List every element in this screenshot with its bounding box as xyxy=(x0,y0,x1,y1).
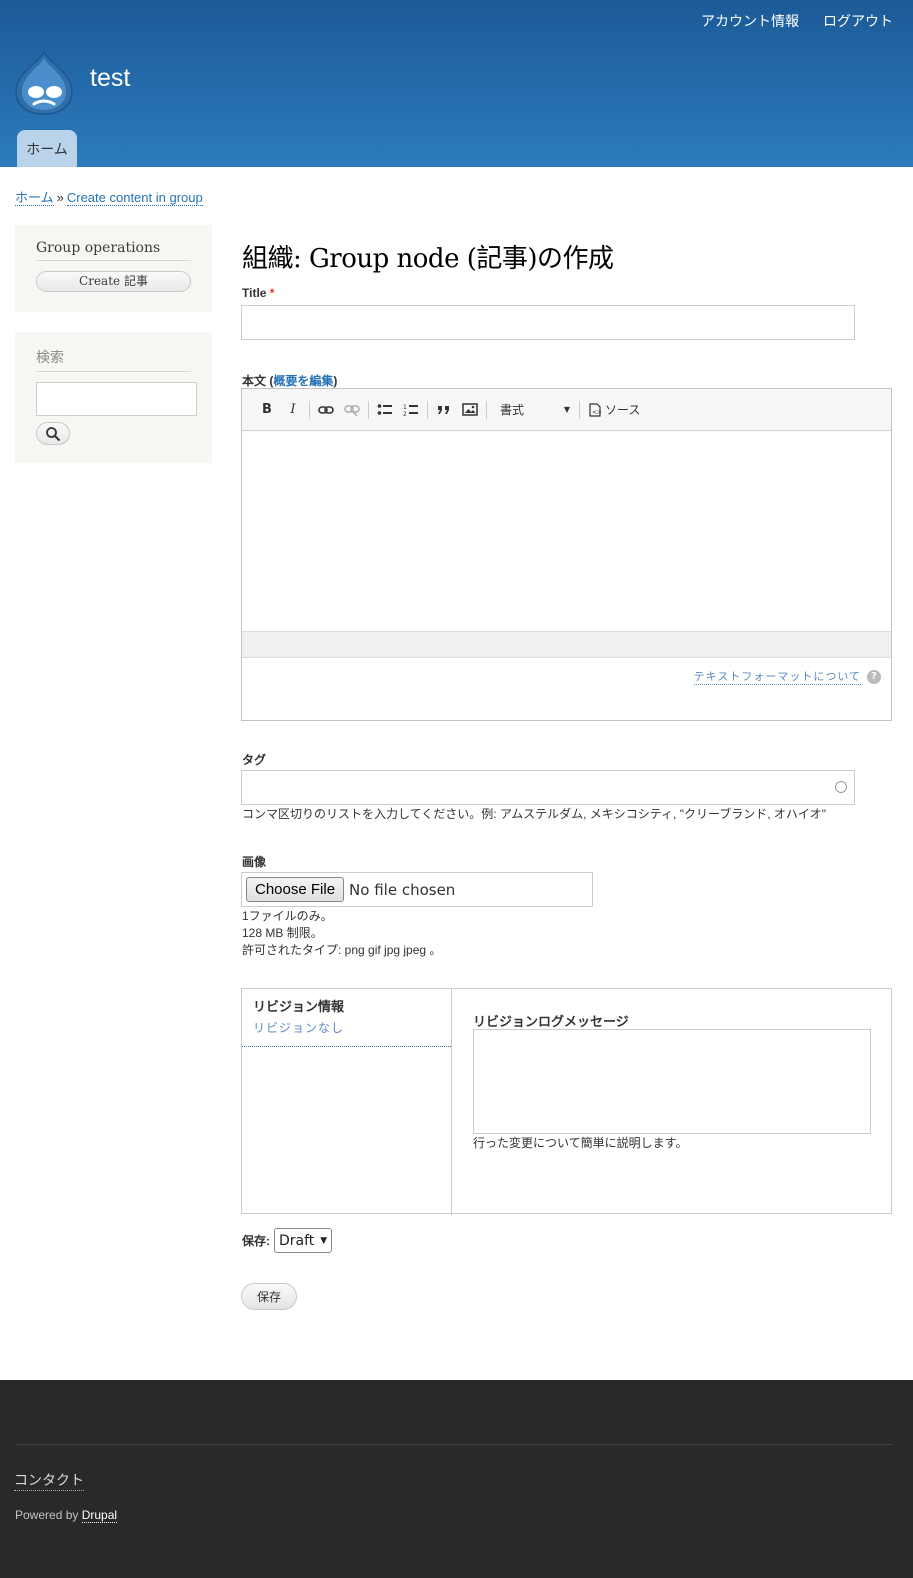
image-icon[interactable] xyxy=(457,397,483,423)
source-icon: <> xyxy=(589,402,601,417)
svg-text:2: 2 xyxy=(403,411,407,417)
image-help: 1ファイルのみ。 128 MB 制限。 許可されたタイプ: png gif jp… xyxy=(242,908,441,959)
body-label-text: 本文 xyxy=(242,374,267,388)
image-label: 画像 xyxy=(242,855,267,869)
drupal-logo-icon[interactable] xyxy=(14,49,74,116)
italic-button[interactable]: I xyxy=(280,397,306,423)
image-help-line: 128 MB 制限。 xyxy=(242,926,323,940)
revision-log-textarea[interactable] xyxy=(473,1029,871,1134)
body-editor-area[interactable] xyxy=(242,431,891,631)
group-operations-block: Group operations Create 記事 xyxy=(15,225,212,312)
title-input[interactable] xyxy=(241,305,855,340)
toolbar-separator xyxy=(368,400,369,419)
search-input[interactable] xyxy=(36,382,197,416)
revision-info-summary: リビジョンなし xyxy=(253,1021,345,1035)
drupal-link[interactable]: Drupal xyxy=(81,1508,118,1523)
moderation-state-value: Draft xyxy=(279,1232,315,1249)
toolbar-separator xyxy=(427,400,428,419)
bold-button[interactable]: B xyxy=(254,397,280,423)
text-format-help-link[interactable]: テキストフォーマットについて xyxy=(693,668,861,685)
svg-text:1: 1 xyxy=(403,404,407,411)
image-help-line: 許可されたタイプ: png gif jpg jpeg 。 xyxy=(242,943,442,957)
site-name[interactable]: test xyxy=(90,64,130,93)
tags-input[interactable] xyxy=(241,770,855,805)
breadcrumb-home[interactable]: ホーム xyxy=(15,190,54,206)
blockquote-icon[interactable] xyxy=(431,397,457,423)
link-icon[interactable] xyxy=(313,397,339,423)
required-mark: * xyxy=(269,286,275,300)
chevron-down-icon: ▼ xyxy=(320,1235,328,1246)
help-icon[interactable]: ? xyxy=(867,669,881,684)
search-icon xyxy=(46,426,61,441)
toolbar-separator xyxy=(486,400,487,419)
footer-contact-link[interactable]: コンタクト xyxy=(14,1470,84,1491)
body-label: 本文 (概要を編集) xyxy=(242,374,338,388)
body-editor: B I 12 書式 ▼ <> ソース テキストフォーマットについて ? xyxy=(241,388,892,721)
svg-text:<>: <> xyxy=(592,409,601,416)
numbered-list-icon[interactable]: 12 xyxy=(398,397,424,423)
tags-description: コンマ区切りのリストを入力してください。例: アムステルダム, メキシコシティ,… xyxy=(242,807,826,821)
editor-toolbar: B I 12 書式 ▼ <> ソース xyxy=(242,389,891,431)
image-file-input[interactable]: Choose File No file chosen xyxy=(241,872,593,907)
format-dropdown-label: 書式 xyxy=(500,403,525,417)
save-state-row: 保存: Draft ▼ xyxy=(242,1228,333,1253)
toolbar-separator xyxy=(309,400,310,419)
search-title: 検索 xyxy=(36,347,191,372)
edit-summary-link[interactable]: 概要を編集 xyxy=(273,374,333,388)
title-label-text: Title xyxy=(242,286,267,300)
tags-label: タグ xyxy=(242,753,267,767)
revision-info-tab[interactable]: リビジョン情報 リビジョンなし xyxy=(242,989,451,1047)
file-status: No file chosen xyxy=(349,880,456,899)
source-button[interactable]: <> ソース xyxy=(583,401,640,418)
choose-file-button[interactable]: Choose File xyxy=(246,877,345,902)
autocomplete-throbber-icon xyxy=(835,781,847,793)
toolbar-separator xyxy=(579,400,580,419)
revision-pane: リビジョンログメッセージ 行った変更について簡単に説明します。 xyxy=(451,989,893,1215)
breadcrumb: ホーム» Create content in group xyxy=(15,187,203,206)
search-block: 検索 xyxy=(15,332,212,463)
search-button[interactable] xyxy=(36,422,70,445)
revision-log-label: リビジョンログメッセージ xyxy=(473,1015,629,1030)
breadcrumb-current[interactable]: Create content in group xyxy=(66,190,203,206)
breadcrumb-separator: » xyxy=(56,190,64,205)
tab-home[interactable]: ホーム xyxy=(17,130,77,167)
image-help-line: 1ファイルのみ。 xyxy=(242,909,333,923)
bulleted-list-icon[interactable] xyxy=(372,397,398,423)
text-format-help: テキストフォーマットについて ? xyxy=(693,668,881,685)
moderation-state-select[interactable]: Draft ▼ xyxy=(274,1228,333,1253)
site-header: アカウント情報 ログアウト test ホーム xyxy=(0,0,913,167)
chevron-down-icon: ▼ xyxy=(563,405,570,414)
account-link[interactable]: アカウント情報 xyxy=(701,11,799,31)
editor-path-bar xyxy=(242,631,891,658)
save-state-label: 保存: xyxy=(242,1234,270,1248)
powered-by: Powered by Drupal xyxy=(15,1508,118,1523)
secondary-menu: アカウント情報 ログアウト xyxy=(701,11,893,31)
unlink-icon[interactable] xyxy=(339,397,365,423)
format-dropdown[interactable]: 書式 ▼ xyxy=(490,397,576,423)
page-title: 組織: Group node (記事)の作成 xyxy=(242,244,614,274)
revision-log-description: 行った変更について簡単に説明します。 xyxy=(473,1136,688,1150)
site-footer: コンタクト Powered by Drupal xyxy=(0,1380,913,1578)
save-button[interactable]: 保存 xyxy=(241,1283,297,1310)
footer-divider xyxy=(15,1444,892,1445)
group-operations-title: Group operations xyxy=(36,240,191,261)
source-label: ソース xyxy=(605,403,641,417)
title-label: Title * xyxy=(242,286,274,300)
revision-tabs: リビジョン情報 リビジョンなし リビジョンログメッセージ 行った変更について簡単… xyxy=(241,988,893,1215)
revision-info-title: リビジョン情報 xyxy=(253,1000,345,1015)
logout-link[interactable]: ログアウト xyxy=(823,11,893,31)
powered-by-text: Powered by xyxy=(15,1508,79,1522)
create-article-button[interactable]: Create 記事 xyxy=(36,271,191,292)
